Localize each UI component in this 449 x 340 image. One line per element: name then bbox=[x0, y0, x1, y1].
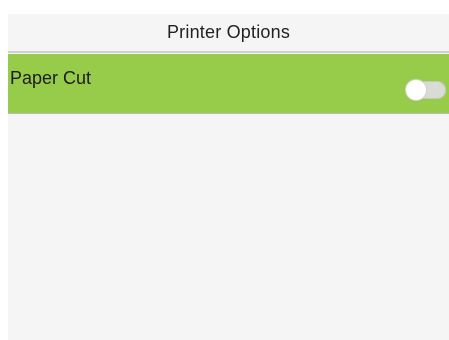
option-row-paper-cut[interactable]: Paper Cut bbox=[8, 54, 449, 114]
page-title: Printer Options bbox=[166, 22, 291, 42]
option-label-paper-cut: Paper Cut bbox=[10, 68, 92, 88]
printer-options-screen: Printer Options Paper Cut bbox=[8, 14, 449, 340]
paper-cut-toggle[interactable] bbox=[406, 80, 446, 100]
toggle-knob bbox=[406, 80, 426, 100]
title-bar: Printer Options bbox=[8, 14, 449, 53]
